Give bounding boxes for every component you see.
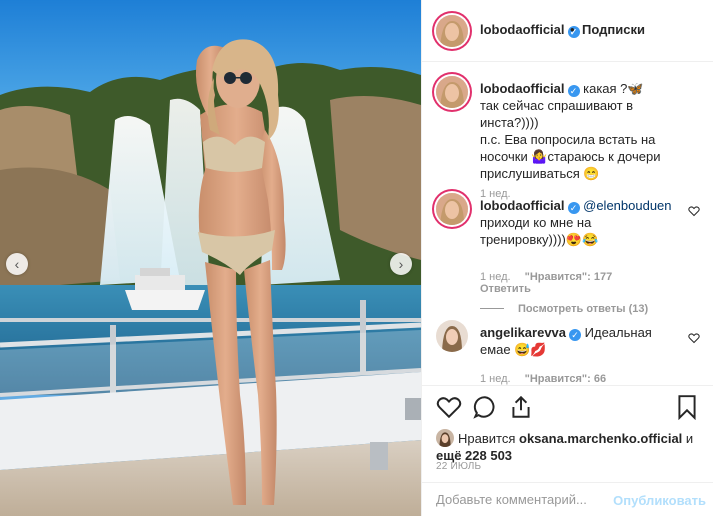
likes-prefix: Нравится — [458, 431, 516, 446]
author-username-text[interactable]: lobodaofficial — [480, 22, 565, 37]
author-username[interactable]: lobodaofficial ✓ — [480, 22, 580, 38]
share-icon[interactable] — [508, 394, 534, 420]
comment-meta: 1 нед. "Нравится": 66 — [480, 373, 620, 385]
post-header: lobodaofficial ✓ • Подписки — [422, 0, 713, 62]
comment-meta: 1 нед. "Нравится": 177 — [480, 271, 626, 283]
comment-like-heart-icon[interactable] — [688, 332, 700, 344]
comment-icon[interactable] — [472, 394, 498, 420]
comment-text-line: Идеальная — [584, 325, 652, 340]
post-actions: Нравится oksana.marchenko.official и ещё… — [422, 385, 713, 516]
heart-icon[interactable] — [436, 394, 462, 420]
liker-username[interactable]: oksana.marchenko.official — [519, 431, 682, 446]
comment-mention-link[interactable]: @elenbouduen — [583, 198, 671, 213]
verified-badge-icon: ✓ — [567, 85, 580, 97]
comment-text-line: тренировку))))😍😂 — [480, 232, 599, 247]
comment-text-line: емае 😅💋 — [480, 342, 547, 357]
verified-badge-icon: ✓ — [567, 202, 580, 214]
comments-list[interactable]: lobodaofficial ✓ какая ?🦋 так сейчас спра… — [422, 63, 713, 385]
comment-text-line: носочки 🤷‍♀️стараюсь к дочери — [480, 149, 661, 164]
comment-body: lobodaofficial ✓ какая ?🦋 так сейчас спра… — [480, 80, 688, 182]
following-button[interactable]: Подписки — [582, 22, 645, 37]
publish-button[interactable]: Опубликовать — [613, 493, 706, 508]
comment-likes-count[interactable]: "Нравится": 66 — [525, 373, 606, 385]
view-replies-divider — [480, 308, 504, 309]
add-comment-bar: Опубликовать — [422, 482, 713, 516]
comment-body: angelikarevva ✓ Идеальная емае 😅💋 — [480, 324, 688, 358]
view-replies-button[interactable]: Посмотреть ответы (13) — [480, 303, 648, 315]
comment-text-line: приходи ко мне на — [480, 215, 592, 230]
comment-like-heart-icon[interactable] — [688, 205, 700, 217]
post-image — [0, 0, 421, 516]
previous-photo-button[interactable]: ‹ — [6, 253, 28, 275]
view-replies-text[interactable]: Посмотреть ответы (13) — [518, 303, 648, 315]
reply-button[interactable]: Ответить — [480, 283, 531, 295]
post-date[interactable]: 22 ИЮЛЬ — [436, 461, 481, 472]
header-separator: • — [570, 22, 575, 37]
bookmark-icon[interactable] — [674, 394, 700, 420]
post-sidebar: lobodaofficial ✓ • Подписки lobodaofficia… — [421, 0, 713, 516]
author-avatar[interactable] — [436, 15, 468, 47]
comment-time[interactable]: 1 нед. — [480, 373, 511, 385]
liker-avatar[interactable] — [436, 429, 454, 447]
comment-time[interactable]: 1 нед. — [480, 271, 511, 283]
comment-avatar[interactable] — [436, 193, 468, 225]
comment-likes-count[interactable]: "Нравится": 177 — [525, 271, 613, 283]
comment-text-line: п.с. Ева попросила встать на — [480, 132, 656, 147]
comment-username[interactable]: lobodaofficial — [480, 198, 565, 213]
likes-conjunction: и — [685, 431, 694, 446]
comment-username[interactable]: lobodaofficial — [480, 81, 565, 96]
likes-summary: Нравится oksana.marchenko.official и ещё… — [436, 429, 706, 464]
next-photo-button[interactable]: › — [390, 253, 412, 275]
comment-text-line: прислушиваться 😁 — [480, 166, 600, 181]
comment-text-line: так сейчас спрашивают в инста?)))) — [480, 98, 634, 130]
comment-username[interactable]: angelikarevva — [480, 325, 566, 340]
comment-text-line: какая ?🦋 — [583, 81, 644, 96]
comment-input[interactable] — [436, 492, 616, 507]
verified-badge-icon: ✓ — [569, 329, 582, 341]
post-photo[interactable]: ‹ › — [0, 0, 421, 516]
comment-body: lobodaofficial ✓ @elenbouduen приходи ко … — [480, 197, 688, 248]
comment-avatar[interactable] — [436, 320, 468, 352]
comment-avatar[interactable] — [436, 76, 468, 108]
